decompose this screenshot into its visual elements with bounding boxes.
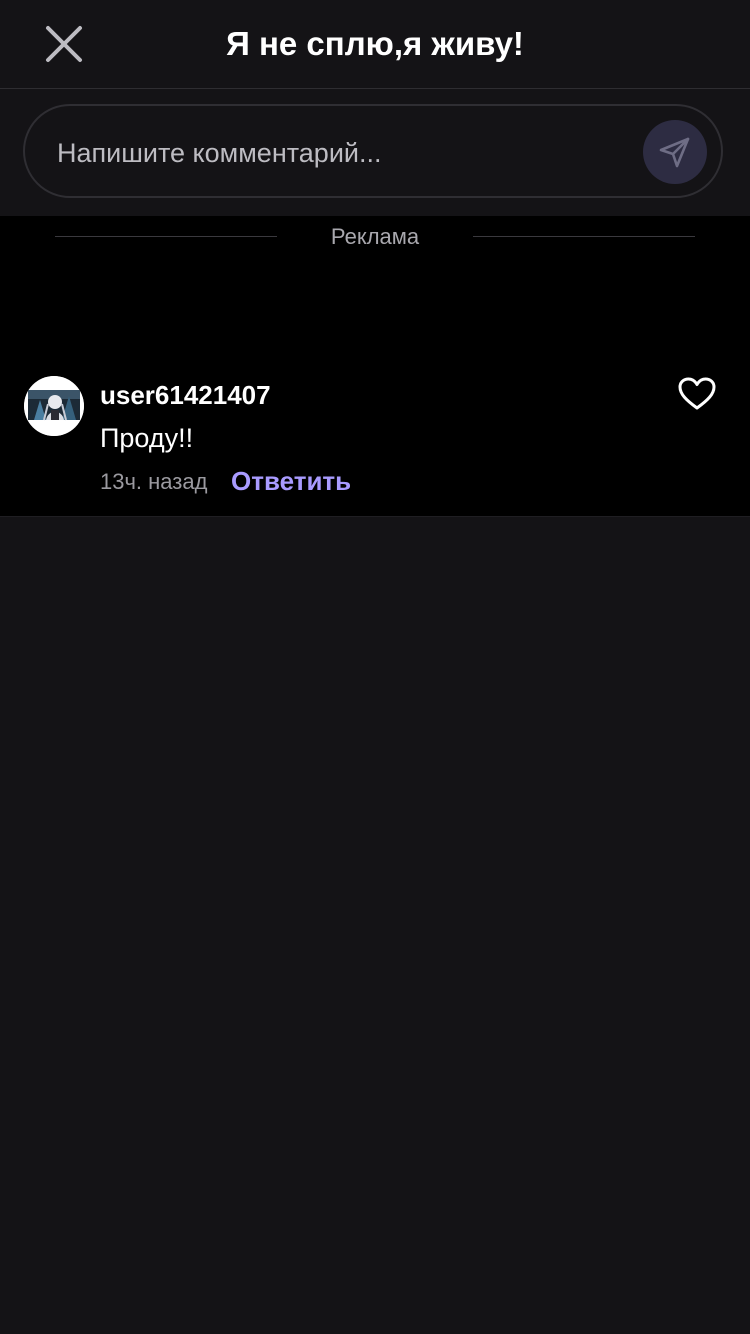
page-title: Я не сплю,я живу! — [226, 25, 524, 62]
comment-username[interactable]: user61421407 — [100, 379, 271, 411]
send-button[interactable] — [643, 120, 707, 184]
comment-text: Проду!! — [100, 423, 194, 453]
comments-content: Реклама user61421407 Проду!! 13ч. назад … — [0, 216, 750, 517]
send-icon — [659, 137, 690, 168]
comment-composer — [0, 89, 750, 216]
comment-box — [23, 104, 723, 198]
ad-separator: Реклама — [55, 224, 695, 252]
avatar[interactable] — [24, 376, 84, 436]
ad-label: Реклама — [330, 224, 420, 249]
like-button[interactable] — [676, 374, 718, 414]
divider — [473, 236, 695, 237]
header: Я не сплю,я живу! — [0, 0, 750, 89]
comments-screen: Я не сплю,я живу! Реклама — [0, 0, 750, 1334]
heart-outline-icon — [678, 377, 716, 410]
reply-button[interactable]: Ответить — [231, 465, 351, 497]
comment-timestamp: 13ч. назад — [100, 469, 208, 494]
comment-item: user61421407 Проду!! 13ч. назад Ответить — [0, 371, 750, 511]
comment-input[interactable] — [55, 124, 619, 182]
close-button[interactable] — [40, 22, 88, 66]
avatar-image — [24, 376, 84, 436]
close-icon — [46, 26, 82, 62]
